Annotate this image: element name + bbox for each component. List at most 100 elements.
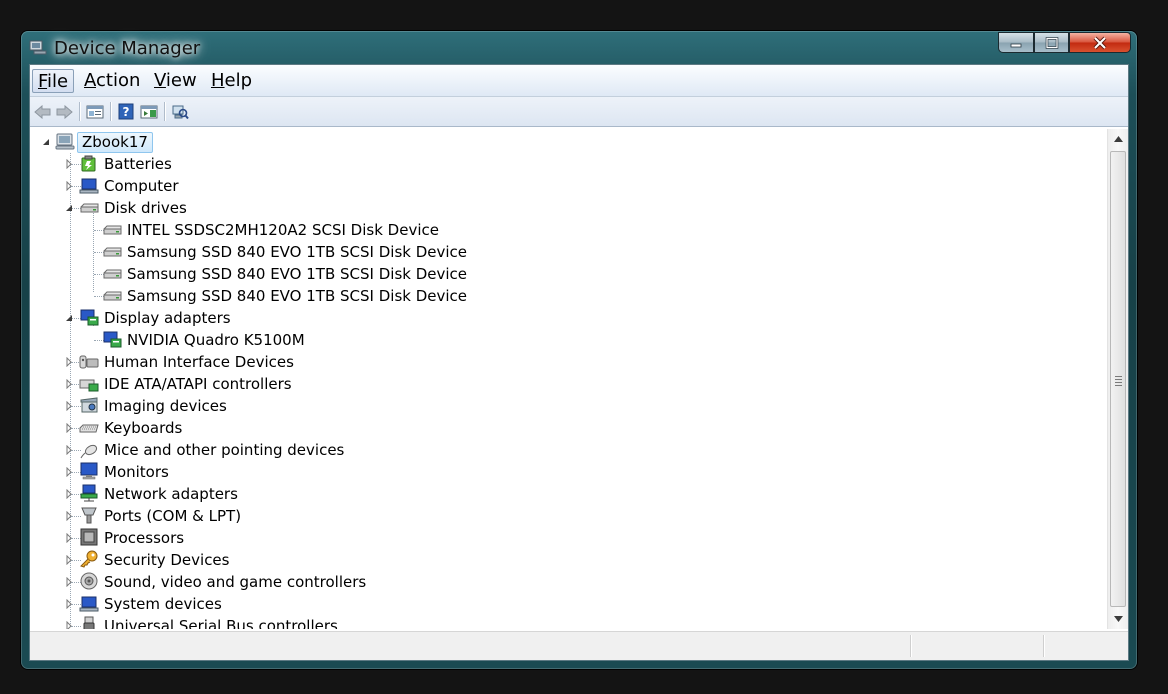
show-hide-console-tree-button[interactable] <box>139 102 159 121</box>
maximize-button[interactable] <box>1034 32 1069 53</box>
disk-drive-icon <box>103 247 122 257</box>
menu-help-label: elp <box>224 70 253 91</box>
tree-node-monitors[interactable]: Monitors <box>30 461 430 483</box>
scroll-thumb[interactable] <box>1110 151 1126 607</box>
back-button[interactable] <box>33 102 53 121</box>
expand-arrow-icon[interactable] <box>64 511 74 521</box>
tree-node-disk-drives[interactable]: Disk drives <box>30 197 430 219</box>
computer-root-icon <box>55 133 75 150</box>
tree-node-computer[interactable]: Computer <box>30 175 430 197</box>
tree-node-processors[interactable]: Processors <box>30 527 430 549</box>
tree-node-human-interface-devices[interactable]: Human Interface Devices <box>30 351 430 373</box>
maximize-icon <box>1045 36 1058 49</box>
minimize-button[interactable] <box>998 32 1034 53</box>
computer-icon <box>79 178 99 194</box>
properties-icon <box>86 105 104 118</box>
menu-bar: File Action View Help <box>30 65 1128 97</box>
expand-arrow-icon[interactable] <box>64 555 74 565</box>
scroll-up-button[interactable] <box>1108 129 1128 149</box>
expand-arrow-icon[interactable] <box>64 599 74 609</box>
expand-arrow-icon[interactable] <box>64 445 74 455</box>
tree-child-disk-1[interactable]: Samsung SSD 840 EVO 1TB SCSI Disk Device <box>30 241 530 263</box>
forward-button[interactable] <box>54 102 74 121</box>
expand-arrow-icon[interactable] <box>64 467 74 477</box>
expand-arrow-icon[interactable] <box>64 577 74 587</box>
tree-node-display-adapters[interactable]: Display adapters <box>30 307 430 329</box>
expand-arrow-icon[interactable] <box>64 159 74 169</box>
tree-node-label: Sound, video and game controllers <box>104 573 367 591</box>
tree-node-label: Ports (COM & LPT) <box>104 507 242 525</box>
system-device-icon <box>79 596 99 612</box>
menu-help[interactable]: Help <box>206 69 257 93</box>
close-icon <box>1093 36 1107 49</box>
tree-node-mice[interactable]: Mice and other pointing devices <box>30 439 430 461</box>
collapse-arrow-icon[interactable] <box>41 137 51 147</box>
scroll-down-icon <box>1113 616 1123 622</box>
help-icon: ? <box>118 103 134 120</box>
vertical-scrollbar[interactable] <box>1107 129 1128 629</box>
expand-arrow-icon[interactable] <box>64 533 74 543</box>
disk-drive-icon <box>103 291 122 301</box>
tree-root-label[interactable]: Zbook17 <box>77 132 153 153</box>
tree-node-network-adapters[interactable]: Network adapters <box>30 483 430 505</box>
expand-arrow-icon[interactable] <box>64 401 74 411</box>
expand-arrow-icon[interactable] <box>64 181 74 191</box>
disk-drive-icon <box>103 225 122 235</box>
tree-child-label: Samsung SSD 840 EVO 1TB SCSI Disk Device <box>127 265 468 283</box>
tree-node-label: Human Interface Devices <box>104 353 294 371</box>
caption-buttons <box>998 32 1131 55</box>
display-adapter-icon <box>103 331 122 348</box>
menu-action[interactable]: Action <box>79 69 145 93</box>
expand-arrow-icon[interactable] <box>64 621 74 629</box>
monitor-icon <box>80 462 98 480</box>
menu-view[interactable]: View <box>149 69 202 93</box>
tree-node-system-devices[interactable]: System devices <box>30 593 430 615</box>
tree-node-sound-controllers[interactable]: Sound, video and game controllers <box>30 571 430 593</box>
display-adapter-icon <box>80 309 99 326</box>
expand-arrow-icon[interactable] <box>64 357 74 367</box>
expand-arrow-icon[interactable] <box>64 423 74 433</box>
menu-file[interactable]: File <box>32 69 75 93</box>
tree-child-disk-2[interactable]: Samsung SSD 840 EVO 1TB SCSI Disk Device <box>30 263 530 285</box>
ide-controller-icon <box>79 379 99 392</box>
disk-drive-icon <box>80 203 99 213</box>
scan-hardware-button[interactable] <box>170 102 190 121</box>
minimize-icon <box>1010 43 1022 47</box>
scroll-grip-icon <box>1115 376 1122 388</box>
title-bar[interactable]: Device Manager <box>21 31 1137 63</box>
tree-node-label: Processors <box>104 529 185 547</box>
menu-help-key: H <box>211 70 225 91</box>
tree-node-imaging-devices[interactable]: Imaging devices <box>30 395 430 417</box>
properties-button[interactable] <box>85 102 105 121</box>
show-hide-console-tree-icon <box>140 105 158 118</box>
sound-icon <box>80 572 98 590</box>
tree-root[interactable]: Zbook17 <box>30 131 330 153</box>
collapse-arrow-icon[interactable] <box>64 313 74 323</box>
mouse-icon <box>80 444 98 459</box>
device-tree[interactable]: Zbook17 Batteries Computer Disk drives I… <box>30 129 1107 629</box>
menu-view-label: iew <box>165 70 197 91</box>
close-button[interactable] <box>1069 32 1131 53</box>
scroll-up-icon <box>1113 136 1123 142</box>
forward-icon <box>56 104 73 119</box>
tree-node-label: Universal Serial Bus controllers <box>104 617 338 629</box>
tree-child-label: Samsung SSD 840 EVO 1TB SCSI Disk Device <box>127 287 468 305</box>
tree-node-security-devices[interactable]: Security Devices <box>30 549 430 571</box>
scroll-down-button[interactable] <box>1108 609 1128 629</box>
expand-arrow-icon[interactable] <box>64 379 74 389</box>
tree-node-ide-controllers[interactable]: IDE ATA/ATAPI controllers <box>30 373 430 395</box>
tree-node-usb-controllers[interactable]: Universal Serial Bus controllers <box>30 615 430 629</box>
tree-child-disk-3[interactable]: Samsung SSD 840 EVO 1TB SCSI Disk Device <box>30 285 530 307</box>
tree-node-ports[interactable]: Ports (COM & LPT) <box>30 505 430 527</box>
battery-icon <box>81 155 96 172</box>
tree-node-batteries[interactable]: Batteries <box>30 153 430 175</box>
expand-arrow-icon[interactable] <box>64 489 74 499</box>
collapse-arrow-icon[interactable] <box>64 203 74 213</box>
tree-node-label: Computer <box>104 177 179 195</box>
help-button[interactable]: ? <box>116 102 136 121</box>
processor-icon <box>80 528 98 546</box>
tree-node-keyboards[interactable]: Keyboards <box>30 417 430 439</box>
menu-file-key: F <box>38 71 48 92</box>
tree-child-display-0[interactable]: NVIDIA Quadro K5100M <box>30 329 530 351</box>
tree-child-disk-0[interactable]: INTEL SSDSC2MH120A2 SCSI Disk Device <box>30 219 530 241</box>
